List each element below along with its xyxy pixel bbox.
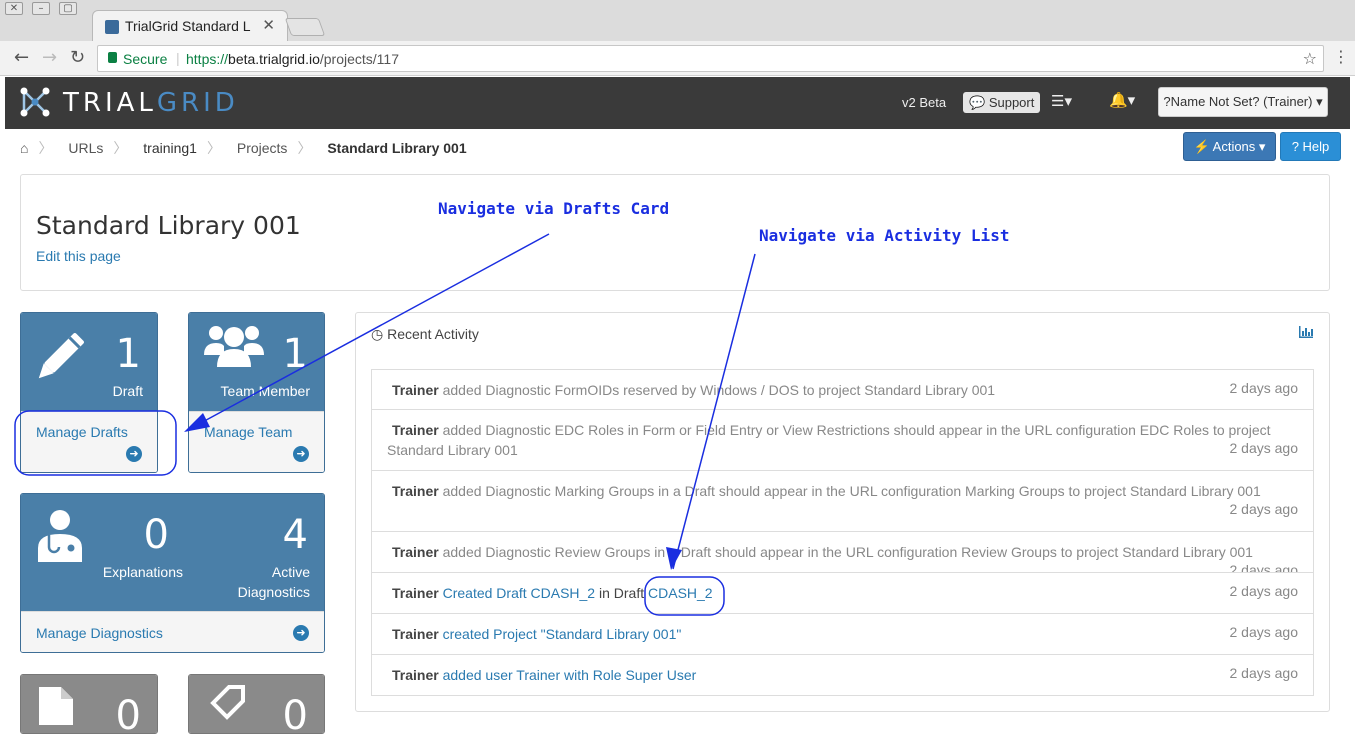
annotation-arrows	[14, 233, 756, 616]
highlight-cdash2-link	[644, 576, 725, 616]
arrowhead-drafts	[184, 413, 210, 432]
arrow-line-drafts	[185, 233, 550, 432]
arrow-line-activity	[672, 253, 756, 570]
highlight-manage-drafts	[14, 410, 177, 476]
